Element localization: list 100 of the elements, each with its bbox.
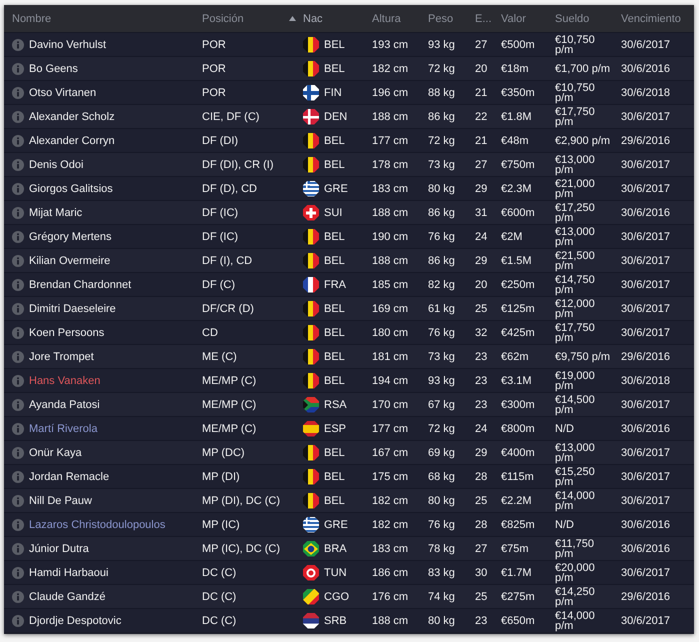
player-name[interactable]: Brendan Chardonnet [29, 278, 132, 290]
table-cell: 30/6/2016 [621, 206, 670, 218]
nation-code: TUN [324, 566, 347, 578]
info-icon[interactable] [12, 542, 24, 554]
info-icon[interactable] [12, 590, 24, 602]
info-icon[interactable] [12, 230, 24, 242]
info-icon[interactable] [12, 110, 24, 122]
table-cell: 86 kg [428, 206, 455, 218]
table-cell: 23 [475, 614, 488, 626]
table-cell: 93 kg [428, 374, 455, 386]
player-name[interactable]: Grégory Mertens [29, 230, 112, 242]
flag-icon [303, 420, 319, 436]
column-header[interactable]: Peso [428, 12, 454, 24]
player-name[interactable]: Martí Riverola [29, 422, 98, 434]
info-icon[interactable] [12, 566, 24, 578]
table-cell-text: €17,750 p/m [555, 322, 596, 342]
info-icon[interactable] [12, 182, 24, 194]
table-cell: 24 [475, 422, 488, 434]
player-name[interactable]: Júnior Dutra [29, 542, 89, 554]
player-name[interactable]: Onür Kaya [29, 446, 82, 458]
table-cell: 196 cm [372, 86, 408, 98]
player-name[interactable]: Alexander Corryn [29, 134, 115, 146]
info-icon[interactable] [12, 38, 24, 50]
player-name[interactable]: Jore Trompet [29, 350, 94, 362]
player-name[interactable]: Kilian Overmeire [29, 254, 110, 266]
player-name[interactable]: Dimitri Daeseleire [29, 302, 116, 314]
table-cell-text: €21,500 p/m [555, 250, 596, 270]
table-cell: 25 [475, 494, 488, 506]
info-icon[interactable] [12, 374, 24, 386]
info-icon[interactable] [12, 470, 24, 482]
info-icon[interactable] [12, 422, 24, 434]
info-icon[interactable] [12, 494, 24, 506]
info-icon[interactable] [12, 614, 24, 626]
nation-code: BEL [324, 446, 345, 458]
player-name[interactable]: Koen Persoons [29, 326, 104, 338]
player-name[interactable]: Otso Virtanen [29, 86, 96, 98]
info-icon[interactable] [12, 302, 24, 314]
player-name[interactable]: Ayanda Patosi [29, 398, 100, 410]
table-cell: 30/6/2016 [621, 542, 670, 554]
table-cell-text: €15,250 p/m [555, 466, 596, 486]
table-cell: 190 cm [372, 230, 408, 242]
table-cell: 30/6/2017 [621, 446, 670, 458]
column-header[interactable]: E... [475, 12, 492, 24]
column-header[interactable]: Nombre [12, 12, 52, 24]
column-header[interactable]: Vencimiento [621, 12, 681, 24]
player-name[interactable]: Djordje Despotovic [29, 614, 122, 626]
column-header[interactable]: Altura [372, 12, 401, 24]
table-cell: €275m [501, 590, 535, 602]
table-cell: 30/6/2016 [621, 62, 670, 74]
player-name[interactable]: Hamdi Harbaoui [29, 566, 108, 578]
flag-icon [303, 348, 319, 364]
info-icon[interactable] [12, 206, 24, 218]
table-cell: 88 kg [428, 86, 455, 98]
table-cell: MP (IC) [202, 518, 240, 530]
table-cell: 183 cm [372, 542, 408, 554]
player-name[interactable]: Giorgos Galitsios [29, 182, 113, 194]
table-cell: €250m [501, 278, 535, 290]
info-icon[interactable] [12, 134, 24, 146]
table-cell: 73 kg [428, 350, 455, 362]
flag-icon [303, 180, 319, 196]
table-cell: €125m [501, 302, 535, 314]
info-icon[interactable] [12, 398, 24, 410]
player-name[interactable]: Bo Geens [29, 62, 78, 74]
info-icon[interactable] [12, 278, 24, 290]
table-cell: DC (C) [202, 566, 236, 578]
player-name[interactable]: Nill De Pauw [29, 494, 92, 506]
player-name[interactable]: Denis Odoi [29, 158, 84, 170]
table-cell: €800m [501, 422, 535, 434]
player-name[interactable]: Jordan Remacle [29, 470, 110, 482]
info-icon[interactable] [12, 518, 24, 530]
info-icon[interactable] [12, 86, 24, 98]
nation-code: BEL [324, 134, 345, 146]
table-cell: €3.1M [501, 374, 532, 386]
player-name[interactable]: Mijat Maric [29, 206, 82, 218]
player-name[interactable]: Lazaros Christodoulopoulos [29, 518, 166, 530]
table-cell-text: €13,000 p/m [555, 442, 596, 462]
table-cell: 30/6/2017 [621, 230, 670, 242]
table-cell: 93 kg [428, 38, 455, 50]
column-header[interactable]: Posición [202, 12, 244, 24]
info-icon[interactable] [12, 254, 24, 266]
table-cell: 30/6/2017 [621, 278, 670, 290]
info-icon[interactable] [12, 350, 24, 362]
column-header[interactable]: Nac [303, 12, 323, 24]
table-cell-text: N/D [555, 520, 575, 530]
info-icon[interactable] [12, 446, 24, 458]
player-name[interactable]: Hans Vanaken [29, 374, 100, 386]
player-name[interactable]: Claude Gandzé [29, 590, 106, 602]
table-cell: 185 cm [372, 278, 408, 290]
info-icon[interactable] [12, 158, 24, 170]
player-name[interactable]: Alexander Scholz [29, 110, 115, 122]
player-name[interactable]: Davino Verhulst [29, 38, 106, 50]
table-cell: 30/6/2017 [621, 38, 670, 50]
column-header[interactable]: Sueldo [555, 12, 590, 24]
column-header[interactable]: Valor [501, 12, 526, 24]
table-cell: 21 [475, 134, 488, 146]
table-cell: €18m [501, 62, 529, 74]
flag-icon [303, 372, 319, 388]
info-icon[interactable] [12, 62, 24, 74]
info-icon[interactable] [12, 326, 24, 338]
table-cell: €825m [501, 518, 535, 530]
